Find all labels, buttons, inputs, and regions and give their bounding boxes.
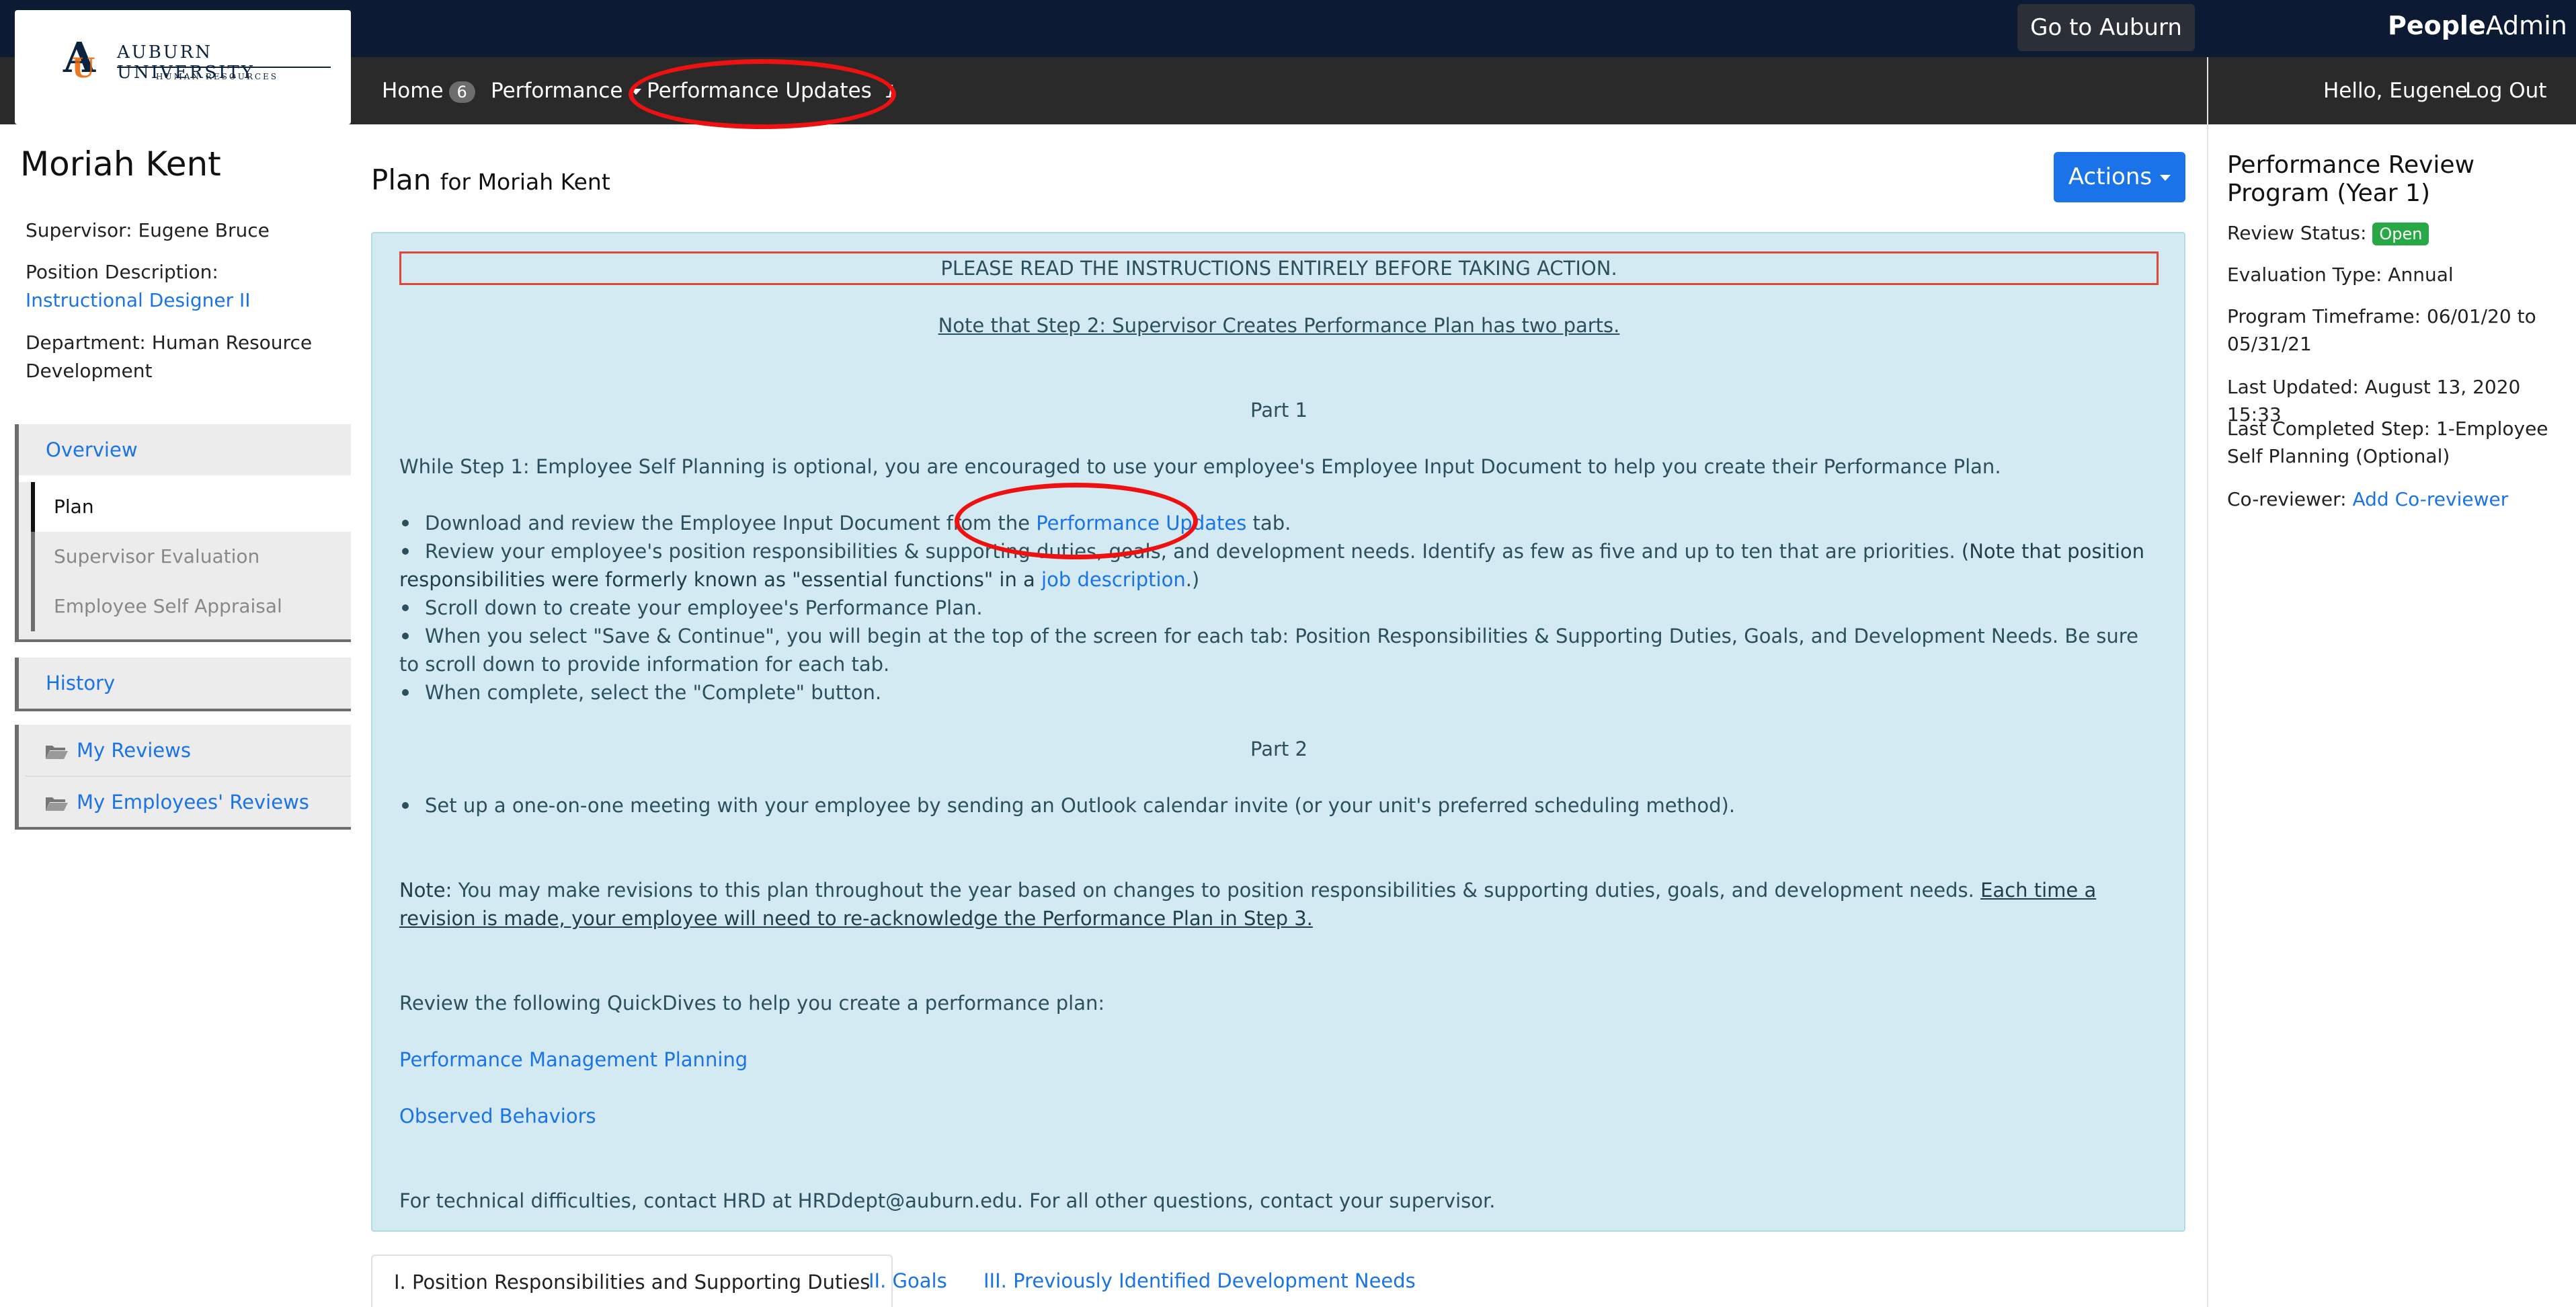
performance-updates-link[interactable]: Performance Updates bbox=[1036, 512, 1246, 534]
evaluation-type: Evaluation Type: Annual bbox=[2227, 264, 2454, 286]
review-nav-group: Overview Plan Supervisor Evaluation Empl… bbox=[15, 424, 351, 642]
add-coreviewer-link[interactable]: Add Co-reviewer bbox=[2353, 488, 2509, 510]
position-description-link[interactable]: Instructional Designer II bbox=[26, 289, 251, 311]
sidebar-item-my-reviews[interactable]: My Reviews bbox=[19, 725, 351, 776]
coreviewer: Co-reviewer: Add Co-reviewer bbox=[2227, 488, 2509, 510]
folder-open-icon bbox=[46, 746, 68, 759]
sidebar-item-plan[interactable]: Plan bbox=[31, 482, 351, 532]
peopleadmin-logo[interactable]: PeopleAdmin bbox=[2388, 11, 2567, 40]
last-completed-step: Last Completed Step: 1-Employee Self Pla… bbox=[2227, 418, 2548, 467]
status-badge: Open bbox=[2372, 223, 2429, 245]
list-item: When complete, select the "Complete" but… bbox=[399, 678, 2159, 707]
quickdives-intro: Review the following QuickDives to help … bbox=[399, 992, 1105, 1015]
sidebar-item-history[interactable]: History bbox=[19, 658, 351, 709]
job-description-link[interactable]: job description bbox=[1041, 568, 1186, 591]
observed-behaviors-link[interactable]: Observed Behaviors bbox=[399, 1105, 596, 1127]
logo-divider bbox=[117, 67, 331, 68]
intro-text: While Step 1: Employee Self Planning is … bbox=[399, 455, 2001, 478]
note-two-parts: Note that Step 2: Supervisor Creates Per… bbox=[938, 314, 1620, 337]
reviews-group: My Reviews My Employees' Reviews bbox=[15, 725, 351, 830]
supervisor-info: Supervisor: Eugene Bruce bbox=[26, 219, 270, 241]
sidebar-item-overview[interactable]: Overview bbox=[19, 424, 351, 475]
list-item: Set up a one-on-one meeting with your em… bbox=[399, 791, 2159, 820]
sidebar-item-supervisor-evaluation[interactable]: Supervisor Evaluation bbox=[31, 532, 351, 582]
nav-home[interactable]: Home 6 bbox=[382, 57, 475, 124]
tab-goals[interactable]: II. Goals bbox=[869, 1255, 947, 1307]
chevron-down-icon bbox=[2160, 175, 2171, 181]
main-navbar: Home 6 Performance Performance Updates 1 … bbox=[0, 57, 2576, 124]
page-title: Plan for Moriah Kent bbox=[371, 163, 610, 196]
performance-updates-count: 1 bbox=[885, 82, 897, 102]
employee-name: Moriah Kent bbox=[20, 145, 221, 184]
sidebar-item-my-employees-reviews[interactable]: My Employees' Reviews bbox=[19, 777, 351, 828]
performance-management-planning-link[interactable]: Performance Management Planning bbox=[399, 1048, 748, 1071]
list-item: Review your employee's position responsi… bbox=[399, 540, 2145, 591]
tab-development-needs[interactable]: III. Previously Identified Development N… bbox=[983, 1255, 1416, 1307]
revision-note: Note: You may make revisions to this pla… bbox=[399, 879, 2097, 930]
logo-subtitle: HUMAN RESOURCES bbox=[156, 72, 279, 81]
folder-open-icon bbox=[46, 797, 68, 811]
sidebar-item-employee-self-appraisal[interactable]: Employee Self Appraisal bbox=[31, 582, 351, 631]
position-info: Position Description: Instructional Desi… bbox=[26, 261, 251, 311]
instructions-panel: PLEASE READ THE INSTRUCTIONS ENTIRELY BE… bbox=[371, 232, 2185, 1232]
review-info-sidebar: Performance Review Program (Year 1) Revi… bbox=[2207, 57, 2576, 1307]
history-group: History bbox=[15, 658, 351, 711]
tab-position-responsibilities[interactable]: I. Position Responsibilities and Support… bbox=[371, 1255, 893, 1307]
instructions-warning: PLEASE READ THE INSTRUCTIONS ENTIRELY BE… bbox=[399, 251, 2159, 285]
top-bar: Go to Auburn University HR Site PeopleAd… bbox=[0, 0, 2576, 135]
plan-tabs: I. Position Responsibilities and Support… bbox=[371, 1255, 2185, 1307]
hr-site-button[interactable]: Go to Auburn University HR Site bbox=[2017, 4, 2195, 135]
list-item: Scroll down to create your employee's Pe… bbox=[399, 594, 2159, 622]
auburn-au-icon: A U bbox=[63, 33, 96, 84]
list-item: When you select "Save & Continue", you w… bbox=[399, 625, 2138, 676]
contact-text: For technical difficulties, contact HRD … bbox=[399, 1189, 1496, 1212]
program-timeframe: Program Timeframe: 06/01/20 to 05/31/21 bbox=[2227, 305, 2536, 355]
review-status: Review Status: Open bbox=[2227, 219, 2573, 247]
part1-heading: Part 1 bbox=[1250, 399, 1307, 422]
auburn-logo[interactable]: A U AUBURN UNIVERSITY HUMAN RESOURCES bbox=[15, 10, 351, 124]
nav-performance-updates[interactable]: Performance Updates 1 bbox=[647, 57, 896, 124]
department-info: Department: Human Resource Development bbox=[26, 331, 313, 382]
home-count-badge: 6 bbox=[448, 81, 475, 103]
svg-text:U: U bbox=[72, 52, 95, 84]
part2-heading: Part 2 bbox=[1250, 738, 1307, 760]
actions-button[interactable]: Actions bbox=[2054, 152, 2185, 202]
nav-performance[interactable]: Performance bbox=[491, 57, 642, 124]
chevron-down-icon bbox=[631, 89, 642, 95]
review-program-title: Performance Review Program (Year 1) bbox=[2227, 151, 2475, 207]
list-item: Download and review the Employee Input D… bbox=[399, 509, 2159, 537]
